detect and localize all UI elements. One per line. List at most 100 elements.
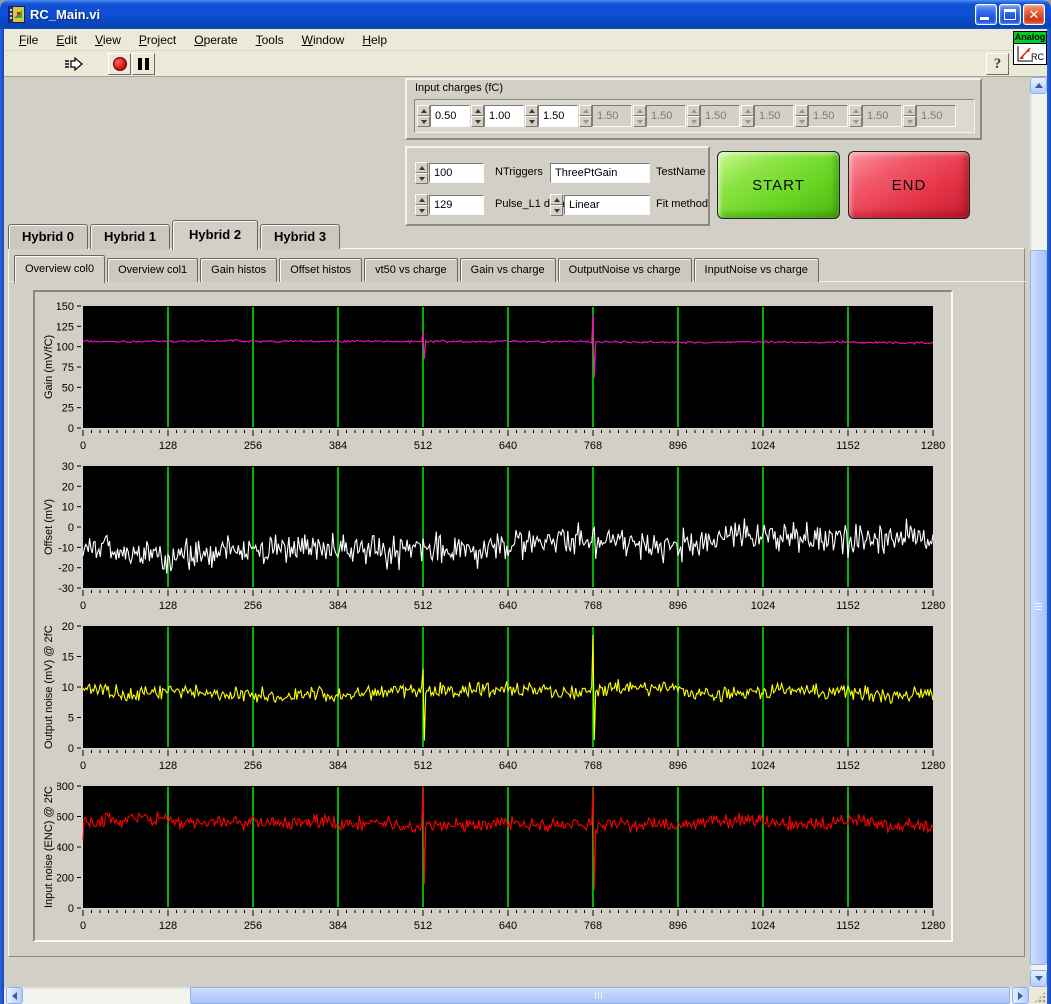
svg-text:0: 0 xyxy=(68,903,74,915)
tab-hybrid-2[interactable]: Hybrid 2 xyxy=(172,220,259,250)
fit-method-field[interactable]: Linear xyxy=(564,195,650,215)
scroll-left-button[interactable] xyxy=(6,987,23,1004)
end-button[interactable]: END xyxy=(848,151,970,219)
svg-text:128: 128 xyxy=(159,440,177,452)
input-charge-control-9: 1.50 xyxy=(903,103,956,129)
tab-hybrid-0[interactable]: Hybrid 0 xyxy=(8,224,89,249)
menu-item-view[interactable]: View xyxy=(86,31,130,49)
close-button[interactable]: ✕ xyxy=(1023,4,1045,25)
window-controls: ✕ xyxy=(975,4,1045,25)
svg-text:0: 0 xyxy=(80,760,86,772)
menu-item-operate[interactable]: Operate xyxy=(185,31,246,49)
subtab-overview-col0[interactable]: Overview col0 xyxy=(14,255,106,283)
chart-0-y-axis-label: Gain (mV/fC) xyxy=(43,334,55,400)
svg-text:768: 768 xyxy=(584,600,602,612)
input-charge-field-0[interactable]: 0.50 xyxy=(430,105,470,127)
scroll-down-button[interactable] xyxy=(1030,970,1047,987)
test-name-label: TestName xyxy=(656,166,706,178)
spinner-down-icon[interactable] xyxy=(550,205,563,216)
input-charge-spinner-5 xyxy=(687,105,700,127)
svg-text:128: 128 xyxy=(159,600,177,612)
run-button[interactable] xyxy=(60,54,86,74)
menu-item-project[interactable]: Project xyxy=(130,31,185,49)
menu-item-tools[interactable]: Tools xyxy=(247,31,293,49)
menu-item-file[interactable]: File xyxy=(10,31,47,49)
close-icon: ✕ xyxy=(1028,7,1040,22)
input-charge-field-1[interactable]: 1.00 xyxy=(484,105,524,127)
svg-text:15: 15 xyxy=(62,652,74,664)
svg-text:50: 50 xyxy=(62,382,74,394)
spinner-down-icon xyxy=(849,116,862,127)
help-icon: ? xyxy=(993,55,1002,72)
svg-text:10: 10 xyxy=(62,502,74,514)
subtab-gain-histos[interactable]: Gain histos xyxy=(200,258,278,282)
svg-text:0: 0 xyxy=(80,920,86,932)
input-charge-spinner-3 xyxy=(579,105,592,127)
horizontal-scroll-thumb[interactable] xyxy=(190,987,1010,1004)
input-charge-control-7: 1.50 xyxy=(795,103,848,129)
subtab-outputnoise-vs-charge[interactable]: OutputNoise vs charge xyxy=(557,258,692,282)
subtab-inputnoise-vs-charge[interactable]: InputNoise vs charge xyxy=(693,258,819,282)
input-charge-field-4: 1.50 xyxy=(646,105,686,127)
tab-hybrid-3[interactable]: Hybrid 3 xyxy=(260,224,341,249)
subtab-vt50-vs-charge[interactable]: vt50 vs charge xyxy=(364,258,458,282)
pause-button[interactable] xyxy=(132,53,155,75)
svg-text:768: 768 xyxy=(584,760,602,772)
start-button[interactable]: START xyxy=(717,151,840,219)
fit-method-spinner[interactable] xyxy=(550,194,563,216)
spinner-down-icon[interactable] xyxy=(417,116,430,127)
input-charge-control-5: 1.50 xyxy=(687,103,740,129)
input-charges-strip: 0.50 1.00 1.50 1.50 1.50 1.50 1.50 1.50 1.50 1.50 xyxy=(414,99,975,133)
ntriggers-spinner[interactable] xyxy=(415,162,428,184)
scroll-right-button[interactable] xyxy=(1012,987,1029,1004)
svg-text:640: 640 xyxy=(499,440,517,452)
spinner-up-icon[interactable] xyxy=(471,105,484,116)
resize-grip[interactable] xyxy=(1030,987,1047,1004)
input-charge-field-3: 1.50 xyxy=(592,105,632,127)
subtab-gain-vs-charge[interactable]: Gain vs charge xyxy=(459,258,556,282)
test-name-field[interactable]: ThreePtGain xyxy=(550,163,650,183)
input-charge-spinner-6 xyxy=(741,105,754,127)
input-charge-field-7: 1.50 xyxy=(808,105,848,127)
spinner-up-icon[interactable] xyxy=(550,194,563,205)
svg-text:1152: 1152 xyxy=(836,920,860,932)
menu-item-edit[interactable]: Edit xyxy=(47,31,86,49)
minimize-button[interactable] xyxy=(975,4,997,25)
subtab-offset-histos[interactable]: Offset histos xyxy=(279,258,363,282)
stop-button[interactable] xyxy=(108,53,131,75)
svg-text:512: 512 xyxy=(414,600,432,612)
spinner-up-icon[interactable] xyxy=(415,162,428,173)
spinner-down-icon[interactable] xyxy=(415,205,428,216)
pulse-delay-field[interactable]: 129 xyxy=(429,195,484,215)
svg-text:0: 0 xyxy=(80,440,86,452)
tab-hybrid-1[interactable]: Hybrid 1 xyxy=(90,224,171,249)
svg-text:125: 125 xyxy=(57,321,74,333)
svg-text:-10: -10 xyxy=(58,542,74,554)
spinner-down-icon[interactable] xyxy=(525,116,538,127)
spinner-up-icon xyxy=(741,105,754,116)
spinner-down-icon[interactable] xyxy=(471,116,484,127)
spinner-up-icon[interactable] xyxy=(417,105,430,116)
spinner-up-icon[interactable] xyxy=(525,105,538,116)
help-button[interactable]: ? xyxy=(986,53,1009,75)
scroll-up-button[interactable] xyxy=(1030,77,1047,94)
svg-text:150: 150 xyxy=(57,302,74,313)
vertical-scroll-thumb[interactable] xyxy=(1030,250,1047,965)
svg-text:0: 0 xyxy=(68,423,74,435)
subtab-overview-col1[interactable]: Overview col1 xyxy=(107,258,199,282)
svg-text:20: 20 xyxy=(62,481,74,493)
maximize-button[interactable] xyxy=(999,4,1021,25)
input-charge-field-2[interactable]: 1.50 xyxy=(538,105,578,127)
menu-item-window[interactable]: Window xyxy=(293,31,354,49)
svg-text:896: 896 xyxy=(669,440,687,452)
spinner-up-icon[interactable] xyxy=(415,194,428,205)
horizontal-scrollbar[interactable] xyxy=(4,987,1030,1004)
vertical-scrollbar[interactable] xyxy=(1030,77,1047,987)
arrow-down-icon xyxy=(1034,976,1043,981)
svg-text:768: 768 xyxy=(584,920,602,932)
svg-text:256: 256 xyxy=(244,600,262,612)
ntriggers-field[interactable]: 100 xyxy=(429,163,484,183)
pulse-delay-spinner[interactable] xyxy=(415,194,428,216)
menu-item-help[interactable]: Help xyxy=(353,31,396,49)
spinner-down-icon[interactable] xyxy=(415,173,428,184)
